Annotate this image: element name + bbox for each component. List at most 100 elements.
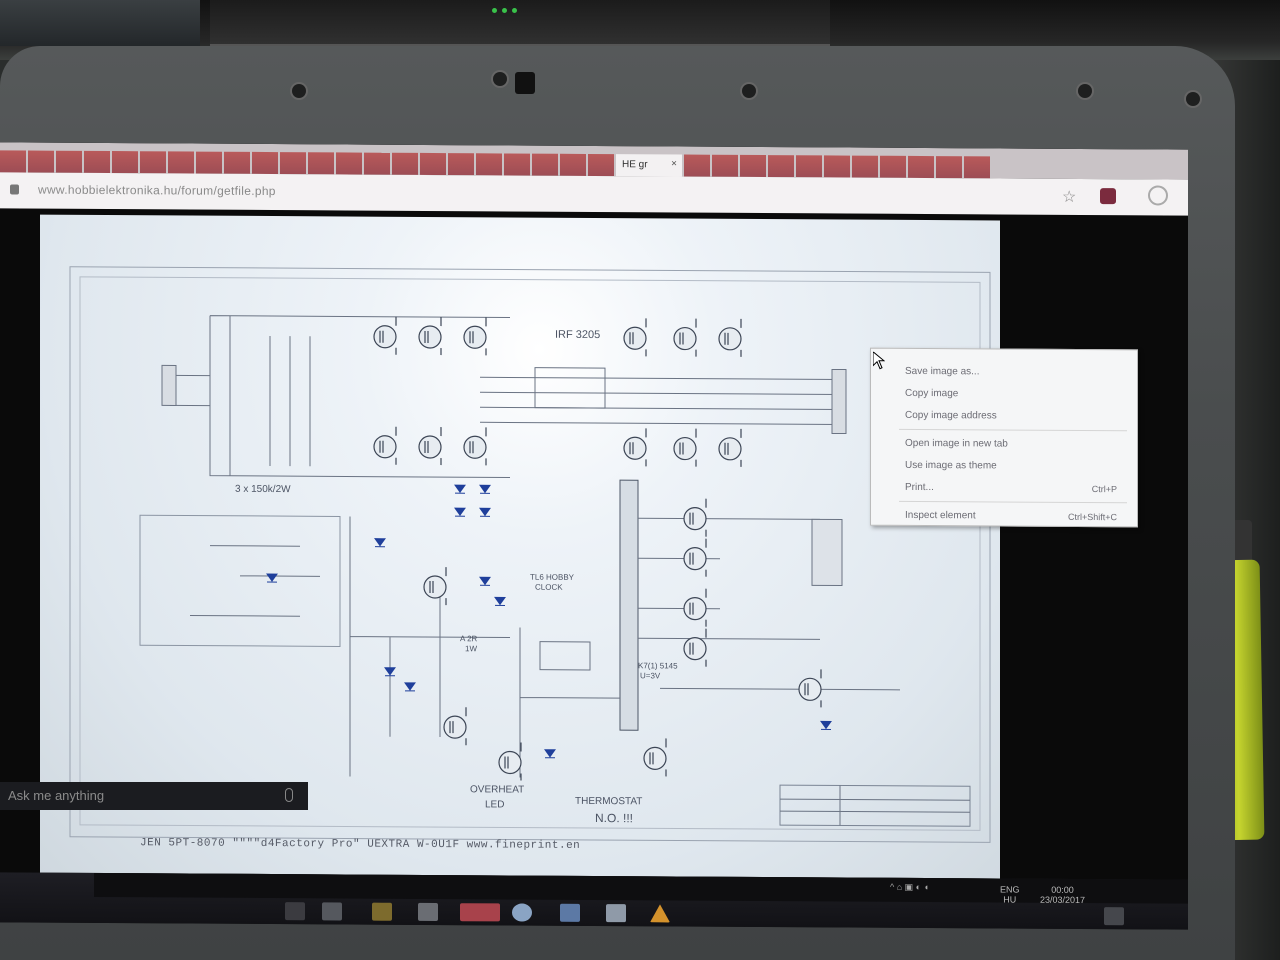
webcam (515, 72, 535, 94)
tab[interactable] (84, 150, 110, 174)
task-view-icon[interactable] (322, 902, 342, 921)
save-taskbar-icon[interactable] (560, 903, 580, 922)
browser-menu-icon[interactable] (1148, 185, 1168, 206)
diode-symbol (494, 596, 506, 606)
context-menu-item-label: Open image in new tab (905, 437, 1008, 450)
bookmark-star-icon[interactable]: ☆ (1062, 187, 1076, 207)
tab[interactable] (476, 153, 502, 176)
page-viewport: 3 x 150k/2W IRF 3205 OVERHEAT LED THERMO… (0, 208, 1188, 880)
status-led (492, 8, 497, 13)
tab[interactable] (768, 155, 794, 178)
context-menu-item-label: Copy image (905, 387, 959, 400)
tab[interactable] (364, 152, 390, 175)
diode-symbol (479, 507, 491, 517)
transistor-symbol (683, 547, 707, 571)
tab[interactable] (0, 150, 26, 173)
transistor-symbol (673, 326, 697, 351)
tab[interactable] (936, 156, 962, 179)
schematic-image[interactable]: 3 x 150k/2W IRF 3205 OVERHEAT LED THERMO… (40, 214, 1000, 879)
context-menu-item[interactable]: Open image in new tab (905, 435, 1125, 454)
microphone-icon[interactable] (285, 788, 293, 802)
tab[interactable] (56, 150, 82, 173)
context-menu-item[interactable]: Inspect element Ctrl+Shift+C (905, 507, 1125, 526)
context-menu-item[interactable]: Print... Ctrl+P (905, 479, 1125, 498)
tab[interactable] (392, 152, 418, 175)
diode-symbol (384, 667, 396, 677)
extension-icon[interactable] (1100, 188, 1116, 205)
bezel-hole (493, 72, 507, 86)
active-app-icon[interactable] (460, 903, 500, 922)
shelf-panel (0, 0, 200, 46)
tab[interactable] (140, 151, 166, 174)
tab[interactable] (28, 150, 54, 173)
transistor-symbol (623, 326, 647, 350)
context-menu-shortcut: Ctrl+Shift+C (1067, 511, 1117, 523)
schematic-label-tl6: TL6 HOBBY (530, 573, 575, 582)
diode-symbol (404, 682, 416, 692)
tab[interactable] (712, 154, 738, 177)
tab[interactable] (796, 155, 822, 178)
url-field[interactable]: www.hobbielektronika.hu/forum/getfile.ph… (38, 183, 276, 198)
tab[interactable] (908, 155, 934, 179)
tab-active[interactable]: HE gr × (616, 154, 682, 177)
schematic-label-clock: CLOCK (535, 583, 563, 592)
tab[interactable] (824, 155, 850, 178)
mic-taskbar-icon[interactable] (285, 902, 305, 921)
clock[interactable]: 00:00 23/03/2017 (1040, 885, 1085, 905)
context-menu-separator (899, 500, 1127, 504)
tab[interactable] (532, 153, 558, 176)
tab[interactable] (560, 153, 586, 176)
tab[interactable] (740, 154, 766, 178)
file-explorer-icon[interactable] (372, 902, 392, 921)
transistor-symbol (798, 677, 822, 701)
context-menu-item[interactable]: Copy image address (905, 407, 1125, 426)
tab[interactable] (224, 151, 250, 174)
tab-close-icon[interactable]: × (671, 158, 677, 169)
search-box[interactable]: Ask me anything (0, 782, 308, 810)
tab[interactable] (420, 152, 446, 176)
transistor-symbol (463, 435, 487, 459)
bezel-hole (292, 84, 306, 98)
tab[interactable] (252, 151, 278, 175)
tab[interactable] (504, 153, 530, 176)
schematic-label-overheat: OVERHEAT (470, 784, 524, 795)
browser-taskbar-icon[interactable] (512, 903, 532, 922)
diode-symbol (544, 749, 556, 759)
schematic-label-a2r: A 2R (460, 634, 478, 643)
tab[interactable] (448, 153, 474, 176)
transistor-symbol (423, 575, 447, 599)
tab[interactable] (852, 155, 878, 178)
tab[interactable] (684, 154, 710, 177)
transistor-symbol (623, 436, 647, 460)
tab[interactable] (112, 151, 138, 174)
bezel-hole (1078, 84, 1092, 98)
context-menu-item-label: Print... (905, 481, 934, 494)
context-menu-item-label: Save image as... (905, 365, 980, 378)
bezel-hole (742, 84, 756, 98)
router-device (210, 0, 830, 46)
schematic-label-thermostat: THERMOSTAT (575, 796, 642, 807)
context-menu-item[interactable]: Save image as... (905, 363, 1125, 382)
store-icon[interactable] (418, 902, 438, 922)
tray-icons[interactable]: ^ ⌂ ▣ ◐ ◖ (890, 882, 929, 893)
image-viewer-taskbar-icon[interactable] (606, 904, 626, 923)
tab[interactable] (880, 155, 906, 178)
schematic-label-k7: K7(1) 5145 (638, 661, 678, 670)
transistor-symbol (498, 750, 522, 775)
tab[interactable] (964, 156, 990, 179)
context-menu-item-label: Use image as theme (905, 459, 997, 472)
tab[interactable] (336, 152, 362, 175)
context-menu-item[interactable]: Use image as theme (905, 457, 1125, 476)
transistor-symbol (673, 436, 697, 461)
tab[interactable] (308, 152, 334, 175)
notification-icon[interactable] (1104, 907, 1124, 926)
vlc-icon[interactable] (650, 904, 670, 922)
tab[interactable] (168, 151, 194, 174)
tab[interactable] (588, 153, 614, 177)
language-indicator[interactable]: ENG HU (1000, 884, 1020, 904)
tab[interactable] (196, 151, 222, 174)
context-menu-item-label: Inspect element (905, 509, 976, 522)
transistor-symbol (373, 435, 397, 459)
tab[interactable] (280, 152, 306, 175)
context-menu-item[interactable]: Copy image (905, 385, 1125, 404)
